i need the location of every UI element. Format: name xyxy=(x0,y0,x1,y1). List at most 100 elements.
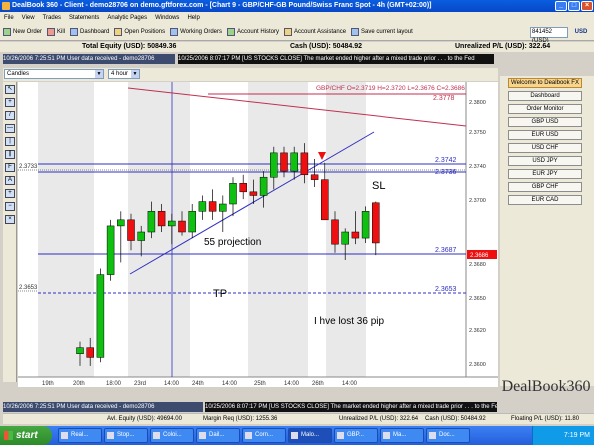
taskbar-item[interactable]: GBP... xyxy=(334,428,378,443)
level-label-2.3778: 2.3778 xyxy=(433,95,455,102)
news-ticker-headline[interactable]: 10/25/2006 8:07:17 PM [US STOCKS CLOSE] … xyxy=(178,54,494,64)
candle-body[interactable] xyxy=(310,174,319,180)
minimize-icon[interactable]: _ xyxy=(555,1,567,11)
zoom-in-icon[interactable]: + xyxy=(5,189,15,198)
time-tick: 19th xyxy=(42,381,54,387)
kill-button[interactable]: Kill xyxy=(47,27,65,36)
watchlist-item-gbpusd[interactable]: GBP USD xyxy=(508,117,582,127)
candle-body[interactable] xyxy=(106,225,115,275)
candle-body[interactable] xyxy=(157,211,166,227)
candlestick-chart[interactable]: 2.3778 2.3742 2.3736 2.3733 2.3687 2.365… xyxy=(18,82,498,387)
trendline-tool-icon[interactable]: / xyxy=(5,111,15,120)
price-chart[interactable]: 2.3778 2.3742 2.3736 2.3733 2.3687 2.365… xyxy=(18,82,498,387)
dashboard-button[interactable]: Dashboard xyxy=(70,27,109,36)
candle-body[interactable] xyxy=(290,152,298,172)
working-orders-button[interactable]: Working Orders xyxy=(170,27,222,36)
watchlist-item-eurjpy[interactable]: EUR JPY xyxy=(508,169,582,179)
new-order-button[interactable]: New Order xyxy=(3,27,42,36)
candle-body[interactable] xyxy=(331,219,339,245)
vline-tool-icon[interactable]: | xyxy=(5,137,15,146)
candle-body[interactable] xyxy=(229,183,237,205)
taskbar-item[interactable]: Coloi... xyxy=(150,428,194,443)
candle-body[interactable] xyxy=(270,152,278,178)
menu-help[interactable]: Help xyxy=(187,15,199,21)
candle-body[interactable] xyxy=(341,231,349,245)
candle-body[interactable] xyxy=(168,220,176,227)
delete-drawing-icon[interactable]: × xyxy=(5,215,15,224)
cursor-tool-icon[interactable]: ↖ xyxy=(5,85,15,94)
crosshair-tool-icon[interactable]: + xyxy=(5,98,15,107)
candle-body[interactable] xyxy=(147,211,156,233)
app-icon xyxy=(383,432,390,439)
candle-body[interactable] xyxy=(127,219,135,241)
candle-body[interactable] xyxy=(300,152,309,176)
taskbar-item[interactable]: Malo... xyxy=(288,428,332,443)
candle-body[interactable] xyxy=(188,211,196,233)
app-icon xyxy=(2,2,10,10)
chart-style-select[interactable]: Candles ▼ xyxy=(4,69,104,79)
timeframe-select[interactable]: 4 hour ▼ xyxy=(108,69,140,79)
candle-body[interactable] xyxy=(280,152,288,172)
app-icon xyxy=(245,432,252,439)
candle-body[interactable] xyxy=(219,203,227,212)
menu-windows[interactable]: Windows xyxy=(155,15,179,21)
candle-body[interactable] xyxy=(259,176,268,196)
menu-file[interactable]: File xyxy=(4,15,14,21)
taskbar-item[interactable]: Stop... xyxy=(104,428,148,443)
welcome-link[interactable]: Welcome to Dealbook FX xyxy=(508,78,582,88)
save-layout-button[interactable]: Save current layout xyxy=(351,27,413,36)
watchlist-item-eurcad[interactable]: EUR CAD xyxy=(508,195,582,205)
candle-body[interactable] xyxy=(361,211,370,239)
clock[interactable]: 7:19 PM xyxy=(564,432,590,439)
hline-tool-icon[interactable]: — xyxy=(5,124,15,133)
candle-body[interactable] xyxy=(372,202,380,244)
level-label-2.3687: 2.3687 xyxy=(435,247,457,254)
fibonacci-tool-icon[interactable]: F xyxy=(5,163,15,172)
candle-body[interactable] xyxy=(178,220,186,233)
watchlist-item-eurusd[interactable]: EUR USD xyxy=(508,130,582,140)
taskbar-item[interactable]: Dail... xyxy=(196,428,240,443)
candle-body[interactable] xyxy=(76,347,84,354)
candle-body[interactable] xyxy=(198,201,207,212)
taskbar-item[interactable]: Ma... xyxy=(380,428,424,443)
account-history-button[interactable]: Account History xyxy=(227,27,279,36)
maximize-icon[interactable]: □ xyxy=(568,1,580,11)
close-icon[interactable]: × xyxy=(581,1,593,11)
menu-statements[interactable]: Statements xyxy=(69,15,99,21)
watchlist-item-usdchf[interactable]: USD CHF xyxy=(508,143,582,153)
candle-body[interactable] xyxy=(208,201,217,212)
menu-view[interactable]: View xyxy=(22,15,35,21)
news-ticker-headline-bottom[interactable]: 10/25/2006 8:07:17 PM [US STOCKS CLOSE] … xyxy=(205,402,497,412)
candle-body[interactable] xyxy=(86,347,94,358)
level-label-left-2.3653: 2.3653 xyxy=(19,285,38,291)
candle-body[interactable] xyxy=(117,219,125,227)
taskbar-item[interactable]: Real... xyxy=(58,428,102,443)
open-positions-button[interactable]: Open Positions xyxy=(114,27,165,36)
currency-button[interactable]: USD xyxy=(570,27,592,38)
taskbar-item[interactable]: Corn... xyxy=(242,428,286,443)
zoom-out-icon[interactable]: − xyxy=(5,202,15,211)
taskbar-item[interactable]: Doc... xyxy=(426,428,470,443)
candle-body[interactable] xyxy=(249,191,258,196)
dashboard-link[interactable]: Dashboard xyxy=(508,91,582,101)
window-titlebar[interactable]: DealBook 360 - Client - demo28706 on dem… xyxy=(0,0,594,12)
menu-analytic-pages[interactable]: Analytic Pages xyxy=(107,15,147,21)
menu-trades[interactable]: Trades xyxy=(43,15,61,21)
start-button[interactable]: start xyxy=(0,426,52,445)
order-monitor-link[interactable]: Order Monitor xyxy=(508,104,582,114)
candle-body[interactable] xyxy=(137,231,145,241)
account-assistance-button[interactable]: Account Assistance xyxy=(284,27,346,36)
channel-tool-icon[interactable]: ∥ xyxy=(5,150,15,159)
candle-body[interactable] xyxy=(239,183,247,193)
watchlist-item-gbpchf[interactable]: GBP CHF xyxy=(508,182,582,192)
text-tool-icon[interactable]: A xyxy=(5,176,15,185)
candle-body[interactable] xyxy=(96,274,105,358)
watchlist-item-usdjpy[interactable]: USD JPY xyxy=(508,156,582,166)
candle-body[interactable] xyxy=(351,231,360,239)
news-ticker-status-bottom: 10/26/2006 7:25:51 PM User data received… xyxy=(3,402,203,412)
candle-body[interactable] xyxy=(321,179,329,221)
ohlc-header: GBP/CHF O=2.3719 H=2.3720 L=2.3676 C=2.3… xyxy=(316,85,465,92)
account-select[interactable]: 841452 (USD) xyxy=(530,27,568,44)
chevron-down-icon: ▼ xyxy=(131,70,139,78)
menu-bar: File View Trades Statements Analytic Pag… xyxy=(0,12,594,23)
